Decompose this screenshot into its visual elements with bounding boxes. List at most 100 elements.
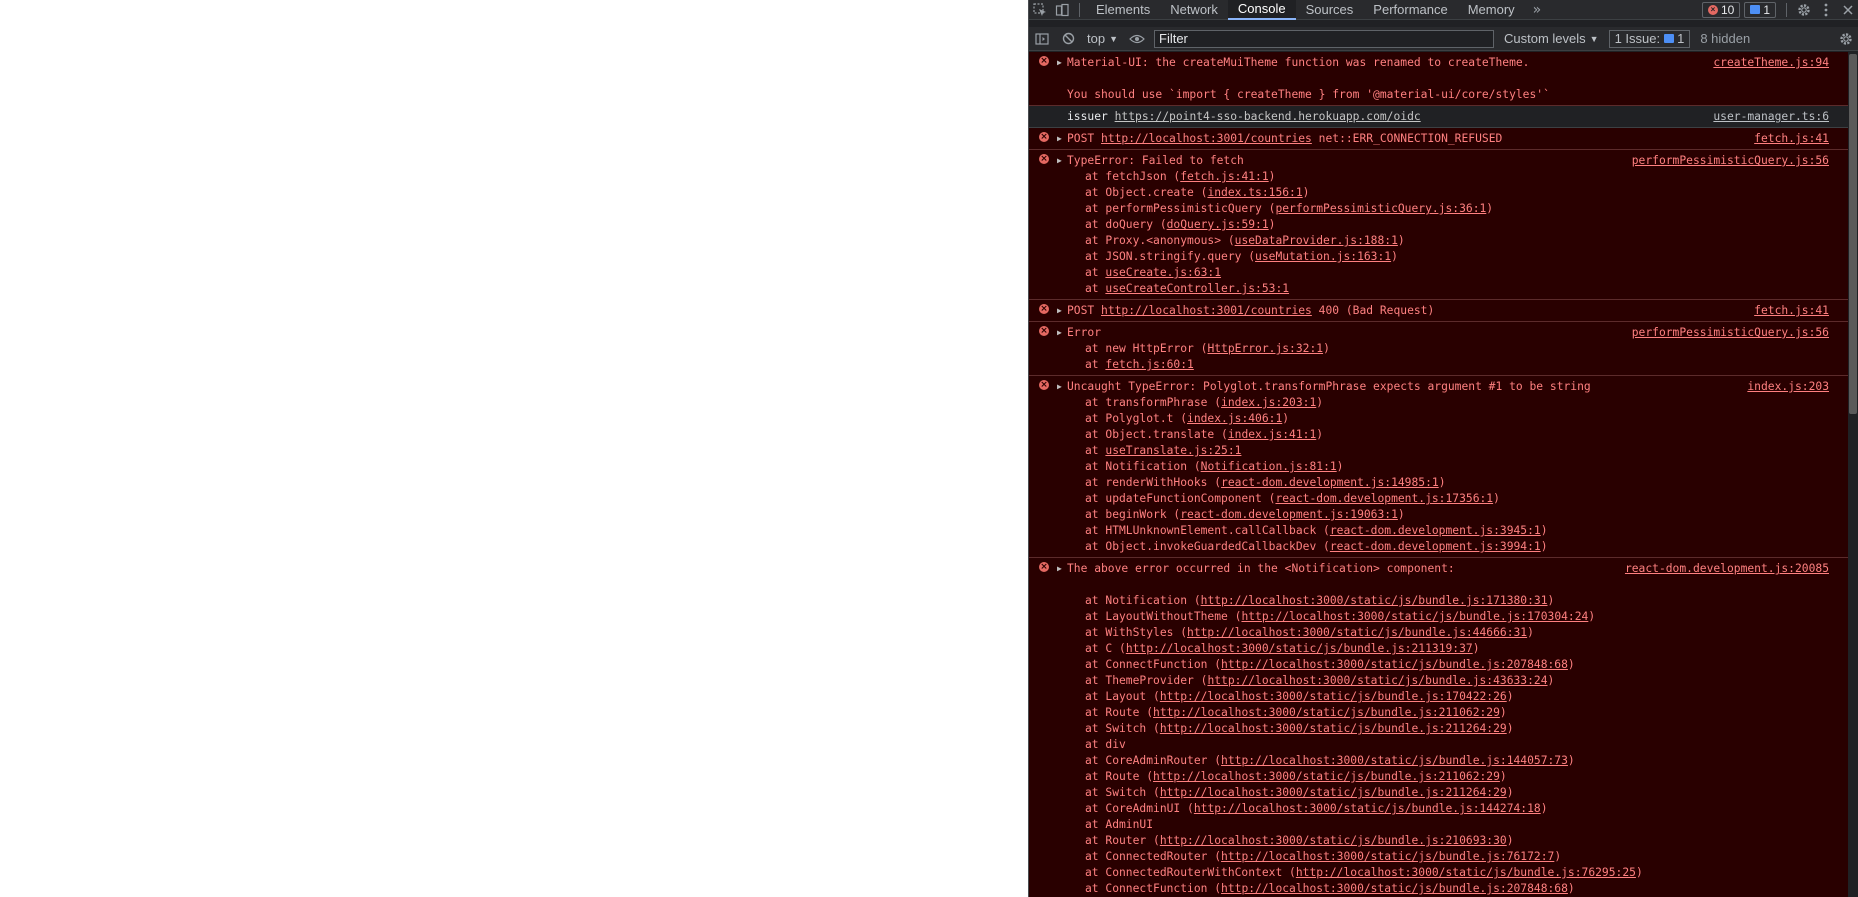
stack-location-link[interactable]: useMutation.js:163:1 bbox=[1255, 250, 1391, 263]
source-link[interactable]: react-dom.development.js:20085 bbox=[1625, 561, 1829, 577]
message-url-link[interactable]: https://point4-sso-backend.herokuapp.com… bbox=[1115, 110, 1421, 123]
expand-triangle-icon[interactable]: ▶ bbox=[1057, 304, 1062, 318]
expand-triangle-icon[interactable]: ▶ bbox=[1057, 562, 1062, 576]
stack-location-link[interactable]: http://localhost:3000/static/js/bundle.j… bbox=[1126, 642, 1473, 655]
stack-location-link[interactable]: http://localhost:3000/static/js/bundle.j… bbox=[1221, 850, 1554, 863]
source-link[interactable]: performPessimisticQuery.js:56 bbox=[1632, 153, 1829, 169]
console-entry[interactable]: user-manager.ts:6 issuer https://point4-s… bbox=[1029, 106, 1849, 128]
stack-location-link[interactable]: index.js:203:1 bbox=[1221, 396, 1316, 409]
stack-frame: at useCreate.js:63:1 bbox=[1085, 266, 1222, 279]
log-levels-dropdown[interactable]: Custom levels ▼ bbox=[1504, 31, 1599, 46]
stack-function: div bbox=[1105, 738, 1126, 751]
request-url-link[interactable]: http://localhost:3001/countries bbox=[1101, 132, 1312, 145]
stack-location-link[interactable]: useTranslate.js:25:1 bbox=[1105, 444, 1241, 457]
chevron-down-icon: ▼ bbox=[1589, 33, 1599, 44]
stack-location-link[interactable]: http://localhost:3000/static/js/bundle.j… bbox=[1160, 690, 1507, 703]
device-toolbar-icon[interactable] bbox=[1051, 0, 1073, 20]
source-link[interactable]: fetch.js:41 bbox=[1754, 303, 1829, 319]
stack-location-link[interactable]: http://localhost:3000/static/js/bundle.j… bbox=[1221, 658, 1568, 671]
stack-location-link[interactable]: http://localhost:3000/static/js/bundle.j… bbox=[1296, 866, 1636, 879]
console-entry[interactable]: × ▶ createTheme.js:94 Material-UI: the crea… bbox=[1029, 52, 1849, 106]
tab-performance[interactable]: Performance bbox=[1363, 0, 1457, 20]
source-link[interactable]: createTheme.js:94 bbox=[1713, 55, 1829, 71]
expand-triangle-icon[interactable]: ▶ bbox=[1057, 380, 1062, 394]
tab-memory[interactable]: Memory bbox=[1458, 0, 1525, 20]
more-tabs-chevron-icon[interactable]: » bbox=[1525, 0, 1550, 20]
issues-button[interactable]: 1 Issue: 1 bbox=[1608, 29, 1691, 48]
stack-location-link[interactable]: http://localhost:3000/static/js/bundle.j… bbox=[1194, 802, 1541, 815]
stack-frame: at CoreAdminUI (http://localhost:3000/st… bbox=[1085, 802, 1548, 815]
source-link[interactable]: index.js:203 bbox=[1747, 379, 1829, 395]
stack-location-link[interactable]: react-dom.development.js:14985:1 bbox=[1221, 476, 1439, 489]
stack-location-link[interactable]: performPessimisticQuery.js:36:1 bbox=[1275, 202, 1486, 215]
stack-frame: at CoreAdminRouter (http://localhost:300… bbox=[1085, 754, 1575, 767]
console-entry[interactable]: × ▶ react-dom.development.js:20085 The abov… bbox=[1029, 558, 1849, 897]
console-entry[interactable]: × ▶ fetch.js:41 POST http://localhost:3001/… bbox=[1029, 300, 1849, 322]
stack-location-link[interactable]: http://localhost:3000/static/js/bundle.j… bbox=[1187, 626, 1527, 639]
console-entry[interactable]: × ▶ performPessimisticQuery.js:56 Error at n… bbox=[1029, 322, 1849, 376]
tab-elements[interactable]: Elements bbox=[1086, 0, 1160, 20]
stack-location-link[interactable]: Notification.js:81:1 bbox=[1201, 460, 1337, 473]
console-entry[interactable]: × ▶ performPessimisticQuery.js:56 TypeError… bbox=[1029, 150, 1849, 300]
message-count-badge[interactable]: 1 bbox=[1744, 1, 1776, 18]
stack-location-link[interactable]: http://localhost:3000/static/js/bundle.j… bbox=[1160, 722, 1507, 735]
stack-location-link[interactable]: useCreateController.js:53:1 bbox=[1105, 282, 1289, 295]
error-icon: × bbox=[1039, 304, 1049, 314]
stack-location-link[interactable]: http://localhost:3000/static/js/bundle.j… bbox=[1221, 754, 1568, 767]
stack-location-link[interactable]: index.js:406:1 bbox=[1187, 412, 1282, 425]
stack-location-link[interactable]: react-dom.development.js:3945:1 bbox=[1330, 524, 1541, 537]
tab-network[interactable]: Network bbox=[1160, 0, 1228, 20]
stack-location-link[interactable]: http://localhost:3000/static/js/bundle.j… bbox=[1160, 786, 1507, 799]
stack-location-link[interactable]: react-dom.development.js:17356:1 bbox=[1275, 492, 1493, 505]
source-link[interactable]: user-manager.ts:6 bbox=[1713, 109, 1829, 125]
filter-input[interactable]: Filter bbox=[1154, 29, 1494, 48]
console-messages[interactable]: × ▶ createTheme.js:94 Material-UI: the crea… bbox=[1029, 52, 1849, 897]
live-expression-eye-icon[interactable] bbox=[1124, 27, 1150, 51]
expand-triangle-icon[interactable]: ▶ bbox=[1057, 132, 1062, 146]
stack-location-link[interactable]: HttpError.js:32:1 bbox=[1207, 342, 1323, 355]
settings-gear-icon[interactable] bbox=[1793, 0, 1815, 20]
tab-console[interactable]: Console bbox=[1227, 0, 1296, 20]
kebab-menu-icon[interactable] bbox=[1815, 0, 1837, 20]
stack-function: new HttpError bbox=[1105, 342, 1194, 355]
console-scrollbar-thumb[interactable] bbox=[1849, 54, 1857, 414]
source-link[interactable]: fetch.js:41 bbox=[1754, 131, 1829, 147]
stack-location-link[interactable]: index.js:41:1 bbox=[1228, 428, 1316, 441]
stack-location-link[interactable]: fetch.js:60:1 bbox=[1105, 358, 1193, 371]
stack-location-link[interactable]: useCreate.js:63:1 bbox=[1105, 266, 1221, 279]
stack-location-link[interactable]: doQuery.js:59:1 bbox=[1167, 218, 1269, 231]
stack-function: WithStyles bbox=[1105, 626, 1174, 639]
stack-location-link[interactable]: react-dom.development.js:3994:1 bbox=[1330, 540, 1541, 553]
stack-location-link[interactable]: http://localhost:3000/static/js/bundle.j… bbox=[1153, 706, 1500, 719]
stack-location-link[interactable]: useDataProvider.js:188:1 bbox=[1235, 234, 1398, 247]
clear-console-icon[interactable] bbox=[1055, 27, 1081, 51]
expand-triangle-icon[interactable]: ▶ bbox=[1057, 326, 1062, 340]
console-entry[interactable]: × ▶ fetch.js:41 POST http://localhost:3001/… bbox=[1029, 128, 1849, 150]
context-selector[interactable]: top ▼ bbox=[1081, 31, 1124, 46]
stack-location-link[interactable]: http://localhost:3000/static/js/bundle.j… bbox=[1201, 594, 1548, 607]
request-url-link[interactable]: http://localhost:3001/countries bbox=[1101, 304, 1312, 317]
console-settings-gear-icon[interactable] bbox=[1833, 27, 1858, 51]
stack-frame: at transformPhrase (index.js:203:1) bbox=[1085, 396, 1324, 409]
close-devtools-icon[interactable] bbox=[1837, 0, 1858, 20]
stack-location-link[interactable]: http://localhost:3000/static/js/bundle.j… bbox=[1160, 834, 1507, 847]
source-link[interactable]: performPessimisticQuery.js:56 bbox=[1632, 325, 1829, 341]
inspected-page-viewport[interactable] bbox=[0, 0, 1028, 897]
request-status: net::ERR_CONNECTION_REFUSED bbox=[1311, 132, 1503, 145]
tab-sources[interactable]: Sources bbox=[1296, 0, 1364, 20]
stack-location-link[interactable]: react-dom.development.js:19063:1 bbox=[1180, 508, 1398, 521]
show-sidebar-icon[interactable] bbox=[1029, 27, 1055, 51]
console-entry[interactable]: × ▶ index.js:203 Uncaught TypeError: Polygl… bbox=[1029, 376, 1849, 558]
stack-location-link[interactable]: http://localhost:3000/static/js/bundle.j… bbox=[1153, 770, 1500, 783]
inspect-element-icon[interactable] bbox=[1029, 0, 1051, 20]
stack-location-link[interactable]: fetch.js:41:1 bbox=[1180, 170, 1268, 183]
expand-triangle-icon[interactable]: ▶ bbox=[1057, 154, 1062, 168]
stack-location-link[interactable]: http://localhost:3000/static/js/bundle.j… bbox=[1221, 882, 1568, 895]
expand-triangle-icon[interactable]: ▶ bbox=[1057, 56, 1062, 70]
error-count-badge[interactable]: × 10 bbox=[1701, 1, 1741, 18]
stack-location-link[interactable]: index.ts:156:1 bbox=[1207, 186, 1302, 199]
stack-location-link[interactable]: http://localhost:3000/static/js/bundle.j… bbox=[1241, 610, 1588, 623]
message-line: POST http://localhost:3001/countries 400… bbox=[1067, 303, 1809, 319]
stack-location-link[interactable]: http://localhost:3000/static/js/bundle.j… bbox=[1207, 674, 1547, 687]
